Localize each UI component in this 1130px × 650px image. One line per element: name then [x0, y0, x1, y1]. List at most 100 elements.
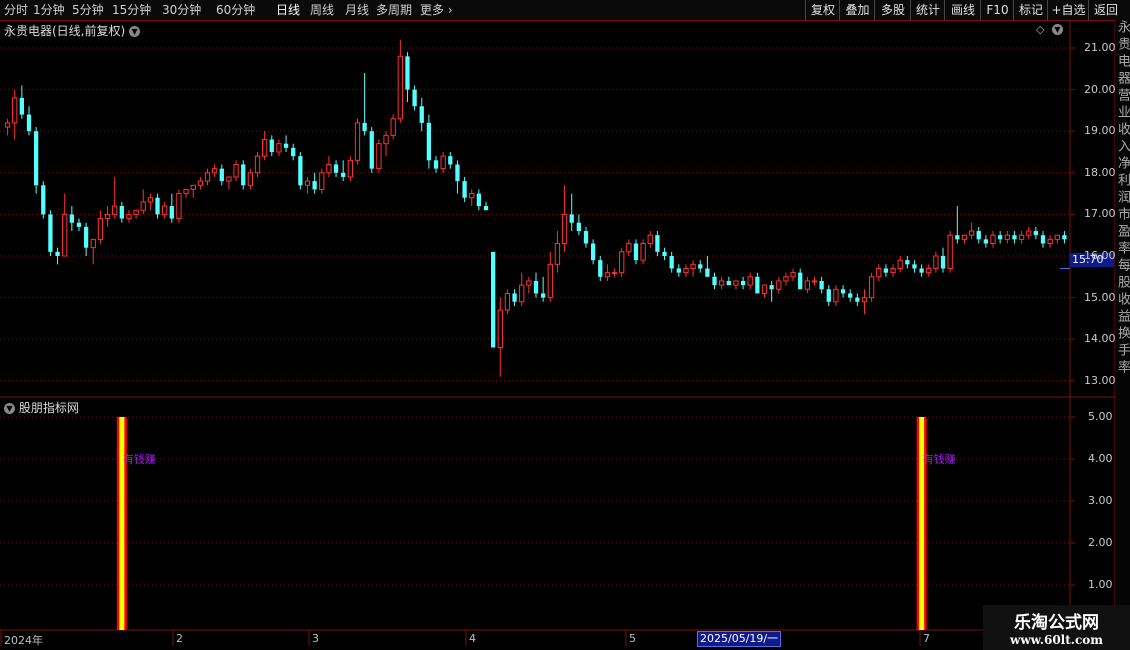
- candle-body-up: [383, 134, 389, 145]
- candle-body-down: [219, 168, 224, 182]
- indicator-axis-label: 1.00: [1088, 578, 1113, 591]
- candle-body-down: [590, 243, 596, 261]
- candle-body-down: [83, 226, 89, 248]
- candle-body-up: [140, 201, 146, 211]
- candle-body-up: [112, 205, 118, 215]
- indicator-title: ▼ 股朋指标网: [4, 399, 79, 416]
- candle-body-up: [690, 263, 696, 269]
- candle-body-down: [412, 89, 417, 107]
- signal-label: 有钱赚: [922, 453, 956, 466]
- candle-body-down: [1062, 235, 1067, 240]
- date-axis-label: 2024年: [4, 634, 43, 647]
- candle-body-up: [547, 263, 553, 299]
- candle-body-down: [155, 197, 160, 215]
- candle-body-down: [676, 268, 681, 273]
- indicator-title-text: 股朋指标网: [18, 401, 79, 415]
- candle-body-down: [241, 164, 246, 186]
- candle-body-down: [48, 214, 53, 252]
- candle-body-up: [890, 267, 896, 274]
- candle-body-down: [1033, 231, 1039, 236]
- date-axis-label: 4: [469, 632, 476, 645]
- candle-body-up: [469, 193, 475, 199]
- price-axis-label: 20.00: [1084, 82, 1116, 96]
- candle-body-up: [254, 155, 261, 174]
- candlestick-chart[interactable]: [0, 0, 1130, 650]
- candle-body-up: [197, 180, 204, 186]
- signal-label: 有钱赚: [122, 453, 156, 466]
- price-axis-label: 13.00: [1084, 373, 1116, 387]
- candle-body-up: [747, 276, 753, 286]
- candle-body-up: [304, 180, 311, 186]
- candle-body-down: [269, 139, 274, 152]
- candle-body-up: [990, 234, 996, 245]
- candle-body-down: [826, 289, 831, 302]
- candle-body-up: [611, 272, 618, 275]
- candle-body-up: [397, 55, 403, 120]
- candle-body-up: [354, 122, 361, 161]
- candle-body-down: [712, 276, 717, 286]
- price-axis-label: 19.00: [1084, 124, 1116, 138]
- candle-body-down: [955, 235, 960, 240]
- candle-body-up: [733, 280, 739, 286]
- candle-body-up: [97, 218, 104, 240]
- candle-body-up: [1004, 234, 1010, 240]
- candle-body-up: [62, 213, 68, 257]
- candle-body-up: [347, 159, 353, 178]
- candle-body-down: [755, 276, 760, 294]
- candle-body-up: [247, 172, 254, 186]
- candle-body-up: [619, 251, 625, 274]
- candle-body-down: [333, 164, 339, 173]
- indicator-axis-label: 5.00: [1088, 410, 1113, 423]
- candle-body-down: [769, 285, 774, 290]
- candle-body-down: [740, 280, 746, 286]
- candle-body-down: [341, 172, 346, 177]
- candle-body-down: [291, 147, 296, 157]
- candle-body-down: [705, 268, 710, 277]
- right-info-strip[interactable]: 永贵电器营业收入净利润市盈率每股收益换手率: [1115, 20, 1130, 630]
- candle-body-up: [783, 276, 789, 282]
- candle-body-up: [519, 284, 525, 303]
- candle-body-up: [176, 193, 182, 220]
- candle-body-up: [1054, 234, 1060, 240]
- candle-body-down: [583, 231, 589, 244]
- candle-body-up: [933, 255, 939, 269]
- candle-body-down: [698, 264, 703, 269]
- crosshair-date: 2025/05/19/一: [697, 631, 782, 647]
- date-axis-label: 2: [176, 632, 183, 645]
- candle-body-up: [497, 309, 503, 349]
- candle-body-down: [726, 280, 731, 286]
- candle-body-down: [19, 97, 24, 115]
- candle-body-up: [319, 172, 325, 190]
- candle-body-up: [4, 122, 11, 128]
- indicator-axis-label: 2.00: [1088, 536, 1113, 549]
- candle-body-down: [76, 222, 82, 227]
- candle-body-down: [655, 235, 660, 252]
- candle-body-up: [926, 267, 932, 274]
- candle-body-down: [119, 206, 124, 219]
- candle-body-up: [604, 272, 611, 278]
- candle-body-up: [276, 143, 282, 153]
- candle-body-up: [12, 97, 18, 124]
- candle-body-down: [362, 122, 367, 132]
- candle-body-up: [190, 184, 196, 190]
- candle-body-up: [133, 209, 139, 215]
- candle-body-up: [504, 292, 511, 311]
- candle-body-down: [283, 143, 289, 148]
- candle-body-down: [169, 206, 174, 219]
- candle-body-up: [647, 234, 653, 245]
- signal-bar: [919, 417, 925, 630]
- candle-body-up: [561, 213, 568, 245]
- candle-body-down: [912, 264, 917, 269]
- chevron-down-icon[interactable]: ▼: [4, 403, 15, 414]
- candle-body-down: [405, 56, 410, 90]
- candle-body-down: [533, 280, 539, 294]
- candle-body-up: [390, 118, 396, 136]
- candle-body-down: [633, 243, 639, 261]
- signal-bar: [119, 417, 125, 630]
- candle-body-up: [90, 238, 96, 249]
- watermark-title: 乐淘公式网: [1014, 613, 1099, 633]
- price-axis-label: 14.00: [1084, 332, 1116, 346]
- candle-body-up: [861, 297, 868, 303]
- indicator-axis-label: 4.00: [1088, 452, 1113, 465]
- candle-body-down: [598, 260, 603, 277]
